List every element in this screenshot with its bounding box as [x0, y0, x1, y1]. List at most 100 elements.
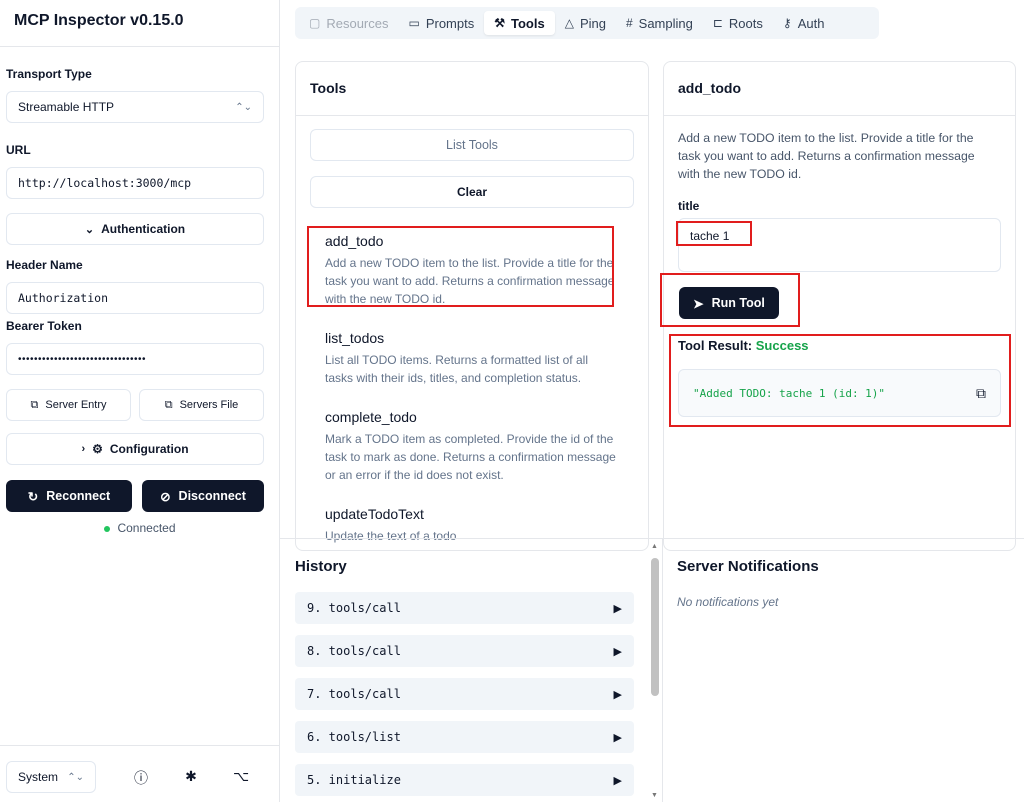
- header-name-value: Authorization: [18, 291, 109, 305]
- tool-name: updateTodoText: [325, 506, 424, 522]
- history-item-label: 6. tools/list: [307, 730, 401, 744]
- expand-arrow-icon: ▶: [613, 773, 622, 787]
- theme-value: System: [18, 770, 59, 784]
- notifications-title: Server Notifications: [677, 558, 819, 575]
- history-item[interactable]: 5. initialize ▶: [295, 764, 634, 796]
- key-icon: ⚷: [782, 16, 792, 30]
- bearer-token-value: ••••••••••••••••••••••••••••••••: [18, 353, 147, 365]
- tab-label: Ping: [579, 15, 606, 31]
- url-input[interactable]: http://localhost:3000/mcp: [6, 167, 264, 199]
- tool-item-update-todo-text[interactable]: updateTodoText Update the text of a todo: [325, 506, 617, 545]
- tools-icon: ⚒: [494, 16, 505, 30]
- expand-arrow-icon: ▶: [613, 687, 622, 701]
- annotation-box-result: [669, 334, 1011, 427]
- history-item-label: 5. initialize: [307, 773, 401, 787]
- scroll-down-icon[interactable]: ▼: [651, 792, 658, 799]
- bearer-token-input[interactable]: ••••••••••••••••••••••••••••••••: [6, 343, 264, 375]
- servers-file-button[interactable]: ⧉ Servers File: [139, 389, 264, 421]
- sidebar: MCP Inspector v0.15.0 Transport Type Str…: [0, 0, 280, 802]
- server-entry-button[interactable]: ⧉ Server Entry: [6, 389, 131, 421]
- status-dot-icon: [104, 525, 111, 532]
- sidebar-header-divider: [0, 46, 280, 47]
- tool-description: Mark a TODO item as completed. Provide t…: [325, 432, 616, 482]
- tab-resources[interactable]: ▢ Resources: [299, 11, 398, 35]
- scrollbar-thumb[interactable]: [651, 558, 659, 696]
- bearer-token-label: Bearer Token: [6, 319, 82, 333]
- expand-arrow-icon: ▶: [613, 730, 622, 744]
- transport-type-value: Streamable HTTP: [18, 100, 115, 114]
- refresh-icon: ↻: [27, 489, 39, 504]
- history-item[interactable]: 7. tools/call ▶: [295, 678, 634, 710]
- bottom-divider: [280, 538, 1024, 539]
- tab-label: Prompts: [425, 15, 475, 31]
- connection-status: Connected: [0, 521, 280, 535]
- chevron-right-icon: ›: [81, 443, 86, 455]
- tool-description: List all TODO items. Returns a formatted…: [325, 353, 588, 385]
- tool-item-complete-todo[interactable]: complete_todo Mark a TODO item as comple…: [325, 409, 617, 484]
- history-item[interactable]: 6. tools/list ▶: [295, 721, 634, 753]
- select-caret-icon: ⌃⌄: [67, 771, 84, 783]
- history-item-label: 8. tools/call: [307, 644, 401, 658]
- list-tools-label: List Tools: [446, 138, 498, 152]
- tool-name: list_todos: [325, 330, 385, 346]
- tab-tools[interactable]: ⚒ Tools: [484, 11, 555, 35]
- tool-name: complete_todo: [325, 409, 417, 425]
- transport-type-label: Transport Type: [6, 67, 92, 81]
- prompts-icon: ▭: [408, 16, 420, 30]
- history-item-label: 9. tools/call: [307, 601, 401, 615]
- configuration-toggle[interactable]: › ⚙ Configuration: [6, 433, 264, 465]
- status-text: Connected: [117, 521, 176, 535]
- history-item[interactable]: 9. tools/call ▶: [295, 592, 634, 624]
- tool-detail-description: Add a new TODO item to the list. Provide…: [678, 131, 975, 181]
- bug-icon[interactable]: ✱: [183, 768, 199, 785]
- reconnect-button[interactable]: ↻ Reconnect: [6, 480, 132, 512]
- resources-icon: ▢: [309, 16, 321, 30]
- notifications-empty: No notifications yet: [677, 595, 779, 609]
- panel-divider: [296, 115, 648, 116]
- tab-bar: ▢ Resources ▭ Prompts ⚒ Tools △ Ping # S…: [295, 7, 879, 39]
- disconnect-button[interactable]: ⊘ Disconnect: [142, 480, 264, 512]
- url-label: URL: [6, 143, 31, 157]
- header-name-input[interactable]: Authorization: [6, 282, 264, 314]
- tab-label: Auth: [797, 15, 825, 31]
- tool-description: Update the text of a todo: [325, 529, 457, 543]
- help-icon[interactable]: ⓘ: [133, 768, 149, 788]
- tab-ping[interactable]: △ Ping: [555, 11, 616, 35]
- servers-file-label: Servers File: [179, 399, 239, 411]
- hash-icon: #: [625, 16, 633, 30]
- scroll-up-icon[interactable]: ▲: [651, 543, 658, 550]
- authentication-label: Authentication: [101, 222, 186, 236]
- tab-sampling[interactable]: # Sampling: [616, 11, 703, 35]
- github-icon[interactable]: ⌥: [233, 768, 249, 785]
- annotation-box-param-value: [676, 221, 752, 246]
- transport-type-select[interactable]: Streamable HTTP ⌃⌄: [6, 91, 264, 123]
- annotation-box-run-tool: [660, 273, 800, 327]
- tab-roots[interactable]: ⊏ Roots: [703, 11, 773, 35]
- tab-prompts[interactable]: ▭ Prompts: [398, 11, 484, 35]
- history-item[interactable]: 8. tools/call ▶: [295, 635, 634, 667]
- copy-icon: ⧉: [164, 398, 173, 411]
- annotation-box-tool-item: [307, 226, 614, 307]
- clear-button[interactable]: Clear: [310, 176, 634, 208]
- sidebar-footer-divider: [0, 745, 280, 746]
- authentication-toggle[interactable]: ⌄ Authentication: [6, 213, 264, 245]
- theme-select[interactable]: System ⌃⌄: [6, 761, 96, 793]
- tool-item-list-todos[interactable]: list_todos List all TODO items. Returns …: [325, 330, 617, 387]
- list-tools-button[interactable]: List Tools: [310, 129, 634, 161]
- tool-detail-title: add_todo: [678, 80, 741, 96]
- panel-divider: [664, 115, 1015, 116]
- tab-auth[interactable]: ⚷ Auth: [773, 11, 835, 35]
- copy-icon: ⧉: [30, 398, 39, 411]
- bottom-vertical-divider: [662, 538, 663, 802]
- configuration-label: Configuration: [109, 442, 189, 456]
- history-item-label: 7. tools/call: [307, 687, 401, 701]
- chevron-down-icon: ⌄: [84, 223, 95, 236]
- disconnect-label: Disconnect: [178, 489, 246, 503]
- expand-arrow-icon: ▶: [613, 601, 622, 615]
- clear-label: Clear: [456, 185, 488, 199]
- roots-icon: ⊏: [712, 16, 723, 30]
- bell-icon: △: [564, 16, 574, 30]
- unplug-icon: ⊘: [160, 489, 171, 504]
- app-title: MCP Inspector v0.15.0: [14, 12, 184, 29]
- expand-arrow-icon: ▶: [613, 644, 622, 658]
